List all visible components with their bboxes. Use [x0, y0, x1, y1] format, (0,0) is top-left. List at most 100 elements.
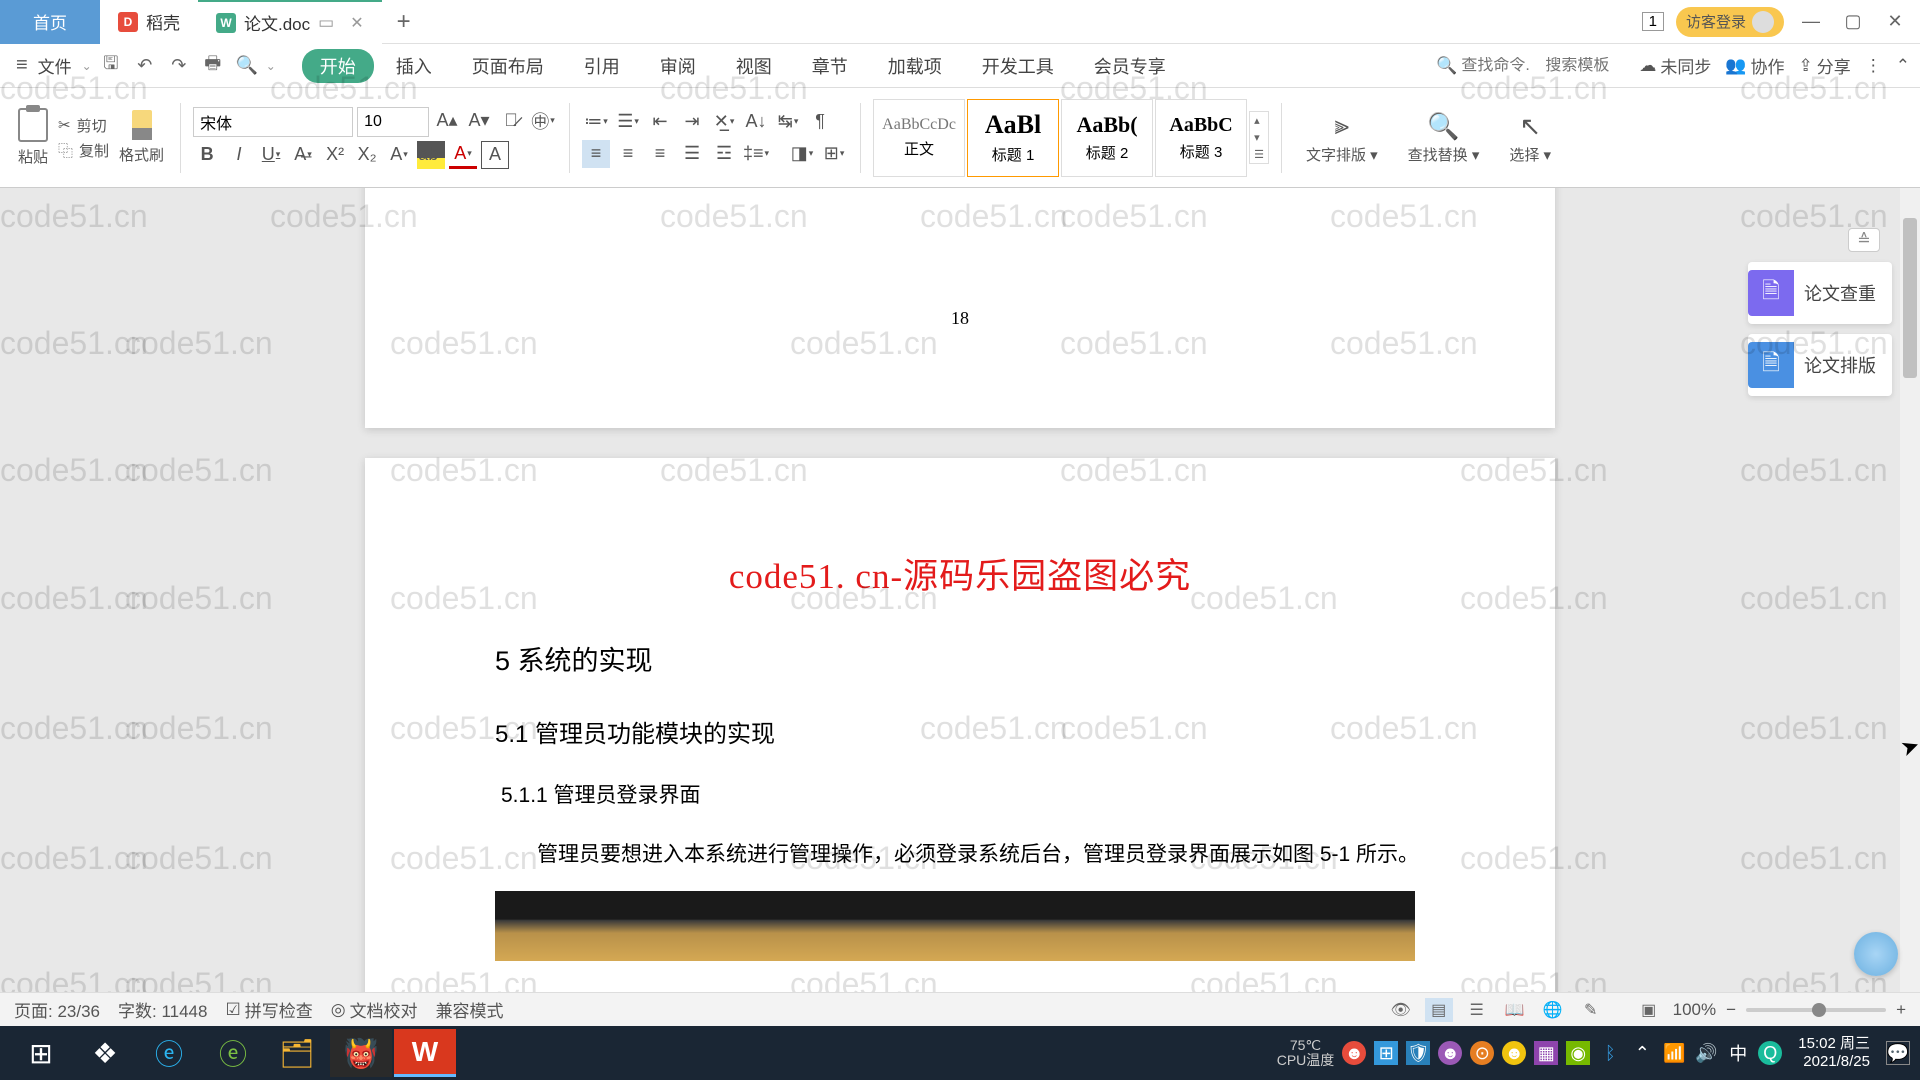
style-h3[interactable]: AaBbC标题 3	[1155, 99, 1247, 177]
menu-tab-view[interactable]: 视图	[718, 47, 790, 85]
start-button[interactable]: ⊞	[10, 1029, 72, 1077]
tray-icon-5[interactable]: ⊙	[1470, 1041, 1494, 1065]
side-card-paper-layout[interactable]: 🗎论文排版	[1748, 334, 1892, 396]
file-menu[interactable]: 文件	[38, 53, 78, 78]
text-direction-button[interactable]: ⫸文字排版 ▾	[1294, 110, 1390, 165]
tab-docker[interactable]: D稻壳	[100, 0, 198, 44]
redo-icon[interactable]: ↷	[164, 51, 194, 81]
bold-button[interactable]: B	[193, 141, 221, 169]
taskbar-wps[interactable]: W	[394, 1029, 456, 1077]
menu-tab-layout[interactable]: 页面布局	[454, 47, 562, 85]
sync-status[interactable]: ☁未同步	[1639, 53, 1711, 78]
superscript-button[interactable]: X²	[321, 141, 349, 169]
page-counter[interactable]: 页面: 23/36	[14, 997, 100, 1022]
paste-group[interactable]: 粘贴	[14, 108, 52, 167]
tray-q-icon[interactable]: Q	[1758, 1041, 1782, 1065]
collapse-ribbon-icon[interactable]: ⌃	[1896, 56, 1910, 76]
line-spacing-button[interactable]: ‡≡▾	[742, 140, 770, 168]
taskbar-app-1[interactable]: ❖	[74, 1029, 136, 1077]
tray-volume-icon[interactable]: 🔊	[1694, 1041, 1718, 1065]
tray-icon-3[interactable]: 🛡	[1406, 1041, 1430, 1065]
show-marks-button[interactable]: ¶	[806, 108, 834, 136]
align-justify-button[interactable]: ☰	[678, 140, 706, 168]
menu-tab-section[interactable]: 章节	[794, 47, 866, 85]
tab-window-icon[interactable]: ▭	[318, 13, 334, 33]
menu-tab-devtools[interactable]: 开发工具	[964, 47, 1072, 85]
taskbar-explorer[interactable]: 🗂	[266, 1029, 328, 1077]
decrease-indent-button[interactable]: ⇤	[646, 108, 674, 136]
side-collapse-button[interactable]: ≙	[1848, 228, 1880, 252]
tray-icon-2[interactable]: ⊞	[1374, 1041, 1398, 1065]
taskbar-clock[interactable]: 15:02 周三2021/8/25	[1798, 1035, 1870, 1071]
zoom-out-button[interactable]: −	[1726, 1000, 1736, 1020]
maximize-button[interactable]: ▢	[1838, 11, 1868, 32]
menu-tab-insert[interactable]: 插入	[378, 47, 450, 85]
subscript-button[interactable]: X₂	[353, 141, 381, 169]
page-current[interactable]: code51. cn-源码乐园盗图必究 5 系统的实现 5.1 管理员功能模块的…	[365, 458, 1555, 1046]
print-preview-icon[interactable]: 🔍	[232, 51, 262, 81]
tray-icon-4[interactable]: ☻	[1438, 1041, 1462, 1065]
tab-button[interactable]: ↹▾	[774, 108, 802, 136]
spell-check-toggle[interactable]: ☑拼写检查	[225, 997, 312, 1022]
tray-icon-7[interactable]: ▦	[1534, 1041, 1558, 1065]
cpu-temp-widget[interactable]: 75℃CPU温度	[1277, 1038, 1335, 1069]
document-workspace[interactable]: 18 code51. cn-源码乐园盗图必究 5 系统的实现 5.1 管理员功能…	[0, 188, 1920, 1046]
menu-tab-addons[interactable]: 加载项	[870, 47, 960, 85]
notifications-icon[interactable]: 💬	[1886, 1041, 1910, 1065]
settings-icon[interactable]: ⋮	[1865, 56, 1882, 76]
zoom-slider[interactable]	[1746, 1008, 1886, 1012]
guest-login-button[interactable]: 访客登录	[1676, 7, 1784, 37]
tab-close-icon[interactable]: ✕	[350, 13, 363, 33]
tray-bluetooth-icon[interactable]: ᛒ	[1598, 1041, 1622, 1065]
asian-layout-button[interactable]: ✕̲▾	[710, 108, 738, 136]
text-effects-button[interactable]: A▾	[385, 141, 413, 169]
proofread-toggle[interactable]: ◎文档校对	[331, 997, 418, 1022]
style-h2[interactable]: AaBb(标题 2	[1061, 99, 1153, 177]
outline-view-icon[interactable]: ☰	[1463, 998, 1491, 1022]
collab-button[interactable]: 👥协作	[1725, 53, 1784, 78]
zoom-label[interactable]: 100%	[1673, 1000, 1716, 1020]
increase-indent-button[interactable]: ⇥	[678, 108, 706, 136]
font-color-button[interactable]: A▾	[449, 141, 477, 169]
share-button[interactable]: ⇪分享	[1799, 53, 1851, 78]
style-body[interactable]: AaBbCcDc正文	[873, 99, 965, 177]
format-painter-button[interactable]: 格式刷	[115, 110, 168, 165]
cut-button[interactable]: ✂剪切	[58, 115, 109, 136]
tray-caret-icon[interactable]: ⌃	[1630, 1041, 1654, 1065]
shading-button[interactable]: ◨▾	[788, 140, 816, 168]
tray-icon-6[interactable]: ☻	[1502, 1041, 1526, 1065]
taskbar-app-2[interactable]: 👹	[330, 1029, 392, 1077]
command-search-input[interactable]	[1461, 57, 1531, 75]
align-left-button[interactable]: ≡	[582, 140, 610, 168]
bullet-list-button[interactable]: ≔▾	[582, 108, 610, 136]
tray-ime[interactable]: 中	[1726, 1041, 1750, 1065]
sort-button[interactable]: A↓	[742, 108, 770, 136]
phonetic-icon[interactable]: ㊥▾	[529, 107, 557, 135]
undo-icon[interactable]: ↶	[130, 51, 160, 81]
template-search-input[interactable]	[1545, 57, 1625, 75]
taskbar-browser[interactable]: ⓔ	[202, 1029, 264, 1077]
shrink-font-icon[interactable]: A▾	[465, 107, 493, 135]
select-button[interactable]: ↖选择 ▾	[1497, 111, 1563, 165]
align-right-button[interactable]: ≡	[646, 140, 674, 168]
menu-tab-start[interactable]: 开始	[302, 49, 374, 83]
align-center-button[interactable]: ≡	[614, 140, 642, 168]
save-icon[interactable]: 🖫	[96, 51, 126, 81]
side-card-plagiarism-check[interactable]: 🗎论文查重	[1748, 262, 1892, 324]
tray-icon-1[interactable]: ☻	[1342, 1041, 1366, 1065]
find-replace-button[interactable]: 🔍查找替换 ▾	[1396, 111, 1492, 165]
command-search[interactable]: 🔍	[1436, 56, 1531, 76]
copy-button[interactable]: ⿻复制	[58, 140, 109, 161]
menu-tab-reference[interactable]: 引用	[566, 47, 638, 85]
taskbar-ie[interactable]: ⓔ	[138, 1029, 200, 1077]
strikethrough-button[interactable]: A̶▾	[289, 141, 317, 169]
highlight-button[interactable]: ab▾	[417, 141, 445, 169]
tray-nvidia-icon[interactable]: ◉	[1566, 1041, 1590, 1065]
print-icon[interactable]: 🖶	[198, 51, 228, 81]
italic-button[interactable]: I	[225, 141, 253, 169]
align-distribute-button[interactable]: ☲	[710, 140, 738, 168]
tab-home[interactable]: 首页	[0, 0, 100, 44]
number-list-button[interactable]: ☰▾	[614, 108, 642, 136]
fit-page-icon[interactable]: ▣	[1635, 998, 1663, 1022]
web-view-icon[interactable]: 🌐	[1539, 998, 1567, 1022]
